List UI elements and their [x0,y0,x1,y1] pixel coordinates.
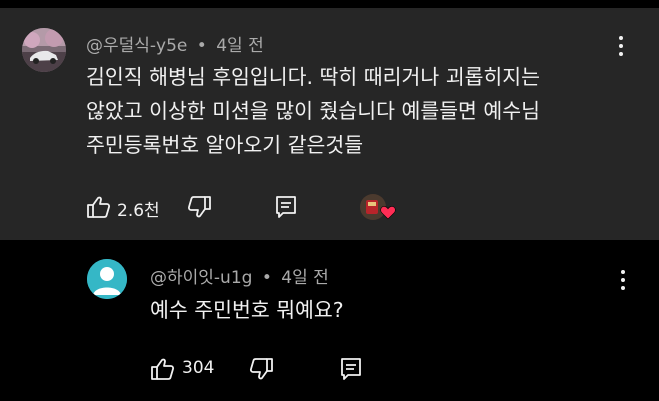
avatar[interactable] [87,259,127,299]
meta-separator: • [196,36,207,56]
reply-meta: @하이잇-u1g • 4일 전 [150,263,329,288]
comment-meta: @우덜식-y5e • 4일 전 [86,31,264,56]
creator-heart-icon [380,205,396,224]
reply-body: 예수 주민번호 뭐예요? [150,298,344,322]
comment-handle[interactable]: @우덜식-y5e [86,36,187,56]
top-divider [0,0,659,8]
like-count: 304 [182,358,215,378]
more-vert-icon[interactable] [620,270,626,292]
more-vert-icon[interactable] [618,36,624,58]
comment-line: 주민등록번호 알아오기 같은것들 [86,133,364,157]
comment-line: 김인직 해병님 후임입니다. 딱히 때리거나 괴롭히지는 [86,65,541,89]
avatar-image [22,28,66,72]
reply-comment-icon[interactable] [275,195,297,223]
thumbs-down-icon[interactable] [248,357,274,385]
thumbs-up-icon[interactable] [86,195,112,223]
thumbs-up-icon[interactable] [150,357,176,385]
thumbs-down-icon[interactable] [186,195,212,223]
like-count: 2.6천 [117,201,160,221]
comment-body: 김인직 해병님 후임입니다. 딱히 때리거나 괴롭히지는 않았고 이상한 미션을… [86,60,540,162]
avatar[interactable] [22,28,66,72]
reply-time[interactable]: 4일 전 [281,268,329,288]
comment-time[interactable]: 4일 전 [216,36,264,56]
meta-separator: • [261,268,272,288]
default-user-icon [87,259,127,299]
comment-line: 않았고 이상한 미션을 많이 줬습니다 예를들면 예수님 [86,99,541,123]
reply-comment-icon[interactable] [340,357,362,385]
reply-handle[interactable]: @하이잇-u1g [150,268,252,288]
